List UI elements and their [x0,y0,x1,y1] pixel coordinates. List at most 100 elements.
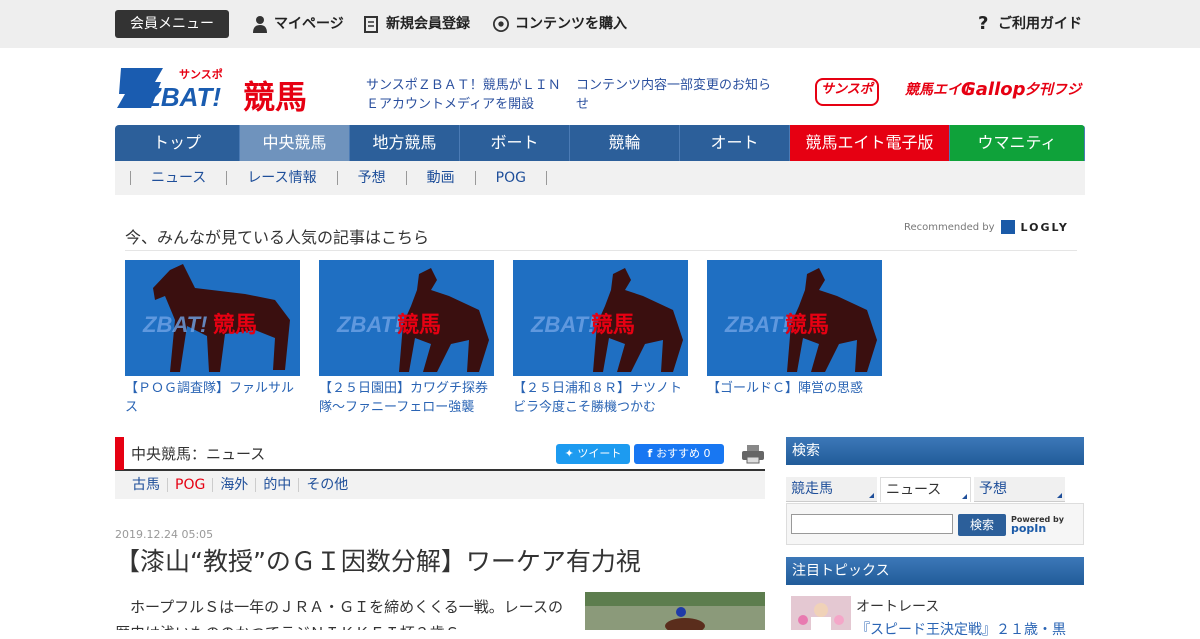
nav-chiho-keiba[interactable]: 地方競馬 [350,125,460,161]
buy-content-link[interactable]: コンテンツを購入 [493,12,627,36]
search-tab-news[interactable]: ニュース [880,477,971,502]
search-tabs: 競走馬 ニュース 予想 [786,477,1084,503]
recommend-card[interactable]: ZBAT! 競馬 【ＰＯＧ調査隊】ファルサルス [125,260,300,417]
brand-yukan-fuji[interactable]: 夕刊フジ [1025,76,1081,104]
recommend-card[interactable]: ZBAT! 競馬 【ゴールドＣ】陣営の思惑 [707,260,882,398]
recommend-title: 今、みんなが見ている人気の記事はこちら [125,228,430,247]
topic-category: オートレース [856,599,940,615]
nav-keirin[interactable]: 競輪 [570,125,680,161]
nav-boat[interactable]: ボート [460,125,570,161]
recommend-card[interactable]: ZBAT! 競馬 【２５日浦和８Ｒ】ナツノトビラ今度こそ勝機つかむ [513,260,688,417]
printer-icon[interactable] [741,444,765,464]
fb-label: おすすめ 0 [656,447,711,460]
header-news-1[interactable]: サンスポＺＢＡＴ！競馬がＬＩＮＥアカウントメディアを開設 [366,76,566,114]
subnav-divider [545,171,587,185]
search-button[interactable]: 検索 [958,514,1006,536]
twitter-bird-icon: ✦ [564,447,578,460]
site-logo[interactable]: サンスポ ZBAT! 競馬 [115,64,331,116]
search-tab-prediction[interactable]: 予想 [974,477,1065,502]
coin-icon [493,16,509,32]
nav-auto[interactable]: オート [680,125,790,161]
recommend-card-text: 【ＰＯＧ調査隊】ファルサルス [125,381,295,415]
tweet-label: ツイート [577,447,622,460]
popin-logo: popIn [1011,522,1047,535]
recommend-card-text: 【ゴールドＣ】陣営の思惑 [707,381,864,396]
logo-kanji-text: 競馬 [243,78,307,116]
logo-top-text: サンスポ [179,67,223,81]
question-icon: ? [978,13,989,34]
topics-header: 注目トピックス [786,557,1084,585]
category-tabs: 古馬 POG 海外 的中 その他 [115,471,765,499]
member-menu-button[interactable]: 会員メニュー [115,10,229,38]
subnav-video[interactable]: 動画 [405,171,475,185]
buy-content-label: コンテンツを購入 [515,16,627,32]
site-header: サンスポ ZBAT! 競馬 サンスポＺＢＡＴ！競馬がＬＩＮＥアカウントメディアを… [115,64,1085,122]
person-icon [253,16,267,33]
article-body: ホープフルＳは一年のＪＲＡ・ＧＩを締めくくる一戦。レースの歴史は浅いもののかつて… [115,598,564,630]
thumb-logo-kanji: 競馬 [397,312,441,338]
header-news-2[interactable]: コンテンツ内容一部変更のお知らせ [576,76,776,114]
logly-brand: LOGLY [1020,220,1069,234]
nav-keiba-eight-digital[interactable]: 競馬エイト電子版 [790,125,950,161]
topic-link[interactable]: 『スピード王決定戦』２１歳・黒 [856,619,1066,639]
recommended-by-label: Recommended by [904,221,995,233]
search-box: 検索 Powered by popIn [786,503,1084,545]
category-overseas[interactable]: 海外 [213,478,257,492]
mypage-link[interactable]: マイページ [252,12,344,36]
thumb-logo-text: ZBAT! [336,312,401,337]
subnav-race-info[interactable]: レース情報 [226,171,336,185]
top-bar: 会員メニュー マイページ 新規会員登録 コンテンツを購入 ? ご利用ガイド [0,0,1200,48]
global-nav: トップ 中央競馬 地方競馬 ボート 競輪 オート 競馬エイト電子版 ウマニティ [115,125,1085,161]
jockey-thumbnail: ZBAT! 競馬 [319,260,494,376]
jockey-silhouette-icon: ZBAT! 競馬 [530,268,683,372]
mypage-label: マイページ [274,16,344,32]
register-link[interactable]: 新規会員登録 [364,12,470,36]
section-accent-bar [115,437,124,470]
thumb-logo-kanji: 競馬 [785,312,829,338]
facebook-icon: f [647,447,657,460]
register-label: 新規会員登録 [386,16,470,32]
guide-link[interactable]: ? ご利用ガイド [978,12,1082,36]
recommended-by[interactable]: Recommended by LOGLY [904,220,1069,234]
category-koba[interactable]: 古馬 [125,478,168,492]
category-pog[interactable]: POG [168,478,214,492]
horse-silhouette-icon: ZBAT! 競馬 [142,264,290,372]
jockey-silhouette-icon: ZBAT! 競馬 [336,268,489,372]
nav-umanity[interactable]: ウマニティ [950,125,1085,161]
document-edit-icon [364,16,378,33]
facebook-recommend-button[interactable]: f おすすめ 0 [634,444,724,464]
category-other[interactable]: その他 [299,478,355,492]
thumb-logo-kanji: 競馬 [213,312,257,338]
brand-sanspo[interactable]: サンスポ [815,78,879,106]
tweet-button[interactable]: ✦ ツイート [556,444,630,464]
powered-by-popin: Powered by popIn [1011,515,1064,535]
jockey-thumbnail: ZBAT! 競馬 [513,260,688,376]
brand-gallop[interactable]: Gallop [961,76,1026,104]
nav-top[interactable]: トップ [115,125,240,161]
thumb-logo-text: ZBAT! [142,312,207,337]
logo-main-text: ZBAT! [144,82,221,112]
subnav-news[interactable]: ニュース [130,171,226,185]
thumb-logo-kanji: 競馬 [591,312,635,338]
article-photo[interactable] [585,592,765,630]
recommend-card-text: 【２５日浦和８Ｒ】ナツノトビラ今度こそ勝機つかむ [513,381,683,415]
nav-chuo-keiba[interactable]: 中央競馬 [240,125,350,161]
race-photo-image [585,592,765,630]
guide-label: ご利用ガイド [998,16,1082,32]
article-date: 2019.12.24 05:05 [115,528,214,541]
search-tab-horse[interactable]: 競走馬 [786,477,877,502]
category-hit[interactable]: 的中 [256,478,300,492]
search-header: 検索 [786,437,1084,465]
subnav-pog[interactable]: POG [474,171,546,185]
logly-logo-icon [1000,220,1015,234]
topic-photo-image [791,596,851,630]
jockey-thumbnail: ZBAT! 競馬 [707,260,882,376]
recommend-divider [125,250,1077,251]
search-input[interactable] [791,514,953,534]
topic-thumbnail[interactable] [791,596,851,630]
horse-thumbnail: ZBAT! 競馬 [125,260,300,376]
article-headline: 【漆山“教授”のＧＩ因数分解】ワーケア有力視 [115,547,641,576]
recommend-card[interactable]: ZBAT! 競馬 【２５日園田】カワグチ探券隊～ファニーフェロー強襲 [319,260,494,417]
subnav-prediction[interactable]: 予想 [336,171,406,185]
sub-nav: ニュース レース情報 予想 動画 POG [115,161,1085,195]
